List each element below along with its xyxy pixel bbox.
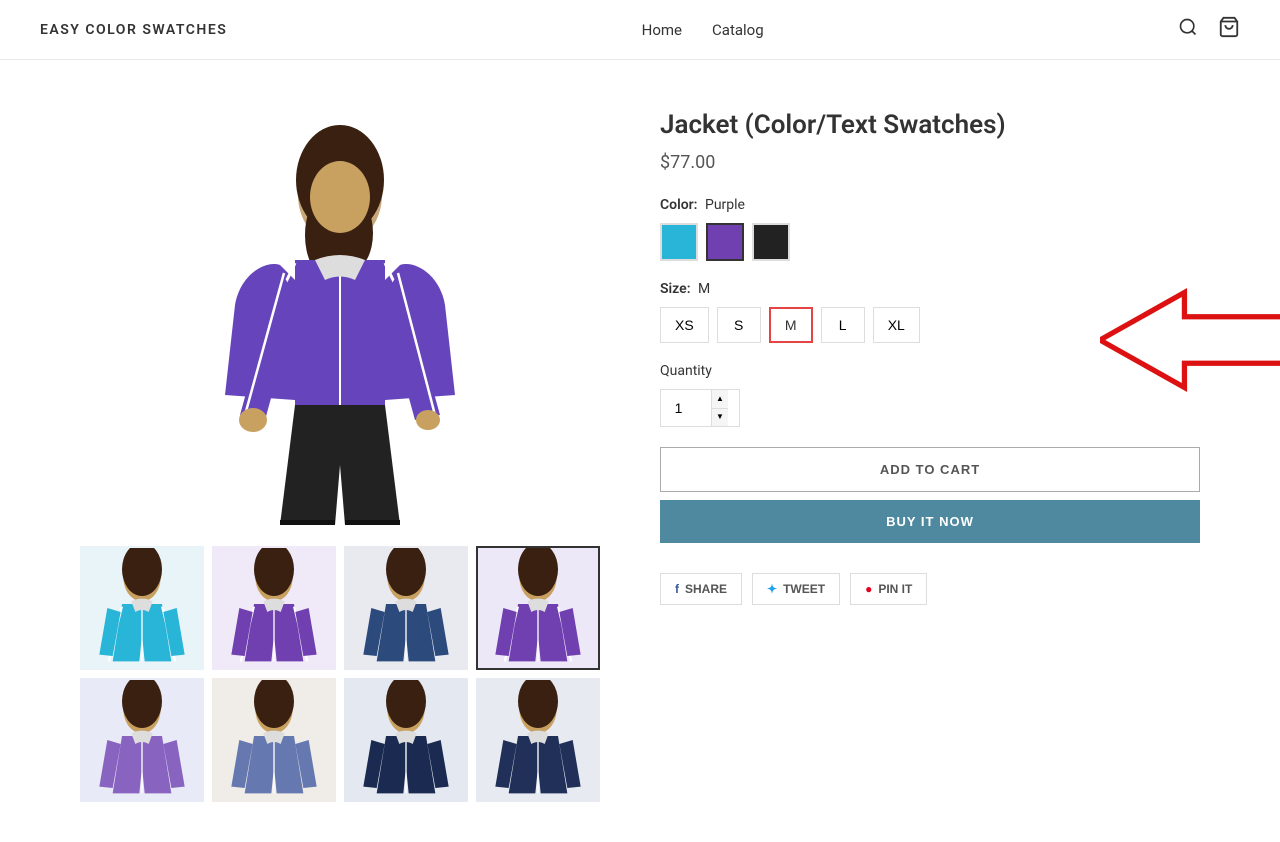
size-xl[interactable]: XL <box>873 307 920 343</box>
arrow-annotation <box>1100 285 1280 395</box>
share-facebook-label: SHARE <box>685 582 727 596</box>
twitter-icon: ✦ <box>767 582 777 596</box>
color-swatch-purple[interactable] <box>706 223 744 261</box>
color-section: Color: Purple <box>660 197 1200 261</box>
product-images <box>80 100 600 802</box>
facebook-icon: f <box>675 582 679 596</box>
social-share: f SHARE ✦ TWEET ● PIN IT <box>660 573 1200 605</box>
color-swatch-blue[interactable] <box>660 223 698 261</box>
size-xs[interactable]: XS <box>660 307 709 343</box>
color-label: Color: Purple <box>660 197 1200 213</box>
thumbnail-3[interactable] <box>344 546 468 670</box>
thumbnail-2[interactable] <box>212 546 336 670</box>
color-swatches <box>660 223 1200 261</box>
main-nav: Home Catalog <box>642 21 764 39</box>
share-facebook[interactable]: f SHARE <box>660 573 742 605</box>
main-product-image <box>80 100 600 530</box>
size-value: M <box>698 281 710 297</box>
pinterest-icon: ● <box>865 582 872 596</box>
size-l[interactable]: L <box>821 307 865 343</box>
thumbnail-7[interactable] <box>344 678 468 802</box>
product-main-svg <box>180 105 500 525</box>
quantity-spinners: ▲ ▼ <box>711 390 728 426</box>
search-button[interactable] <box>1178 17 1198 42</box>
add-to-cart-button[interactable]: ADD TO CART <box>660 447 1200 492</box>
size-m[interactable]: M <box>769 307 813 343</box>
header-actions <box>1178 16 1240 43</box>
thumbnail-8[interactable] <box>476 678 600 802</box>
thumbnail-4[interactable] <box>476 546 600 670</box>
product-price: $77.00 <box>660 152 1200 173</box>
quantity-input[interactable] <box>661 400 711 416</box>
share-pinterest[interactable]: ● PIN IT <box>850 573 927 605</box>
buy-now-button[interactable]: BUY IT NOW <box>660 500 1200 543</box>
product-title: Jacket (Color/Text Swatches) <box>660 110 1200 140</box>
share-twitter[interactable]: ✦ TWEET <box>752 573 840 605</box>
size-s[interactable]: S <box>717 307 761 343</box>
thumbnail-grid <box>80 546 600 802</box>
quantity-up[interactable]: ▲ <box>712 390 728 409</box>
quantity-down[interactable]: ▼ <box>712 409 728 427</box>
search-icon <box>1178 17 1198 37</box>
thumbnail-1[interactable] <box>80 546 204 670</box>
nav-home[interactable]: Home <box>642 21 682 39</box>
nav-catalog[interactable]: Catalog <box>712 21 764 39</box>
thumbnail-6[interactable] <box>212 678 336 802</box>
cart-button[interactable] <box>1218 16 1240 43</box>
page-container: Jacket (Color/Text Swatches) $77.00 Colo… <box>40 100 1240 802</box>
site-logo[interactable]: EASY COLOR SWATCHES <box>40 22 227 38</box>
color-swatch-black[interactable] <box>752 223 790 261</box>
cart-icon <box>1218 16 1240 38</box>
site-header: EASY COLOR SWATCHES Home Catalog <box>0 0 1280 60</box>
share-pinterest-label: PIN IT <box>878 582 912 596</box>
color-value: Purple <box>705 197 745 213</box>
thumbnail-5[interactable] <box>80 678 204 802</box>
share-twitter-label: TWEET <box>783 582 825 596</box>
quantity-wrapper: ▲ ▼ <box>660 389 740 427</box>
product-right: Jacket (Color/Text Swatches) $77.00 Colo… <box>660 100 1200 802</box>
